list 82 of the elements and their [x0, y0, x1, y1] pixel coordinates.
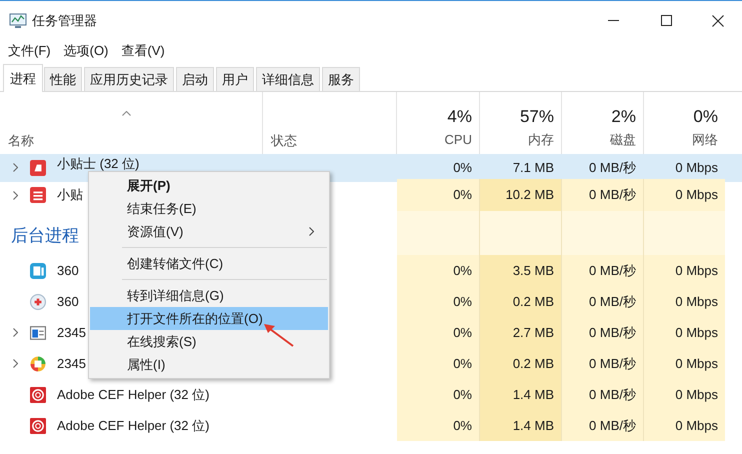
menu-item[interactable]: 选项(O) — [64, 44, 108, 56]
tab[interactable]: 启动 — [176, 67, 214, 91]
process-name[interactable]: Adobe CEF Helper (32 位) — [57, 379, 210, 410]
menu-item[interactable]: 属性(I) — [90, 353, 328, 376]
column-header[interactable]: 名称 — [8, 130, 34, 150]
cross-icon — [30, 294, 46, 310]
table-cell: 0 MB/秒 — [562, 317, 644, 348]
expand-chevron-icon[interactable] — [12, 359, 18, 368]
close-icon — [712, 14, 724, 26]
minimize-icon — [608, 20, 618, 21]
process-name[interactable]: 小贴 — [57, 179, 83, 211]
sort-caret-icon — [122, 111, 131, 116]
table-cell: 0 MB/秒 — [562, 379, 644, 410]
submenu-chevron-icon — [309, 227, 314, 236]
table-cell: 0% — [397, 286, 480, 317]
expand-chevron-icon[interactable] — [12, 190, 18, 200]
table-cell: 10.2 MB — [480, 179, 562, 211]
table-cell: 0 Mbps — [644, 179, 725, 211]
maximize-icon — [660, 15, 672, 26]
table-cell: 0 Mbps — [644, 410, 725, 441]
group-header: 后台进程 — [11, 224, 79, 246]
tab[interactable]: 性能 — [44, 67, 82, 91]
table-cell: 0 Mbps — [644, 286, 725, 317]
table-cell: 0.2 MB — [480, 348, 562, 379]
table-cell: 0 MB/秒 — [562, 410, 644, 441]
process-name[interactable]: 2345 — [57, 317, 86, 348]
table-cell: 1.4 MB — [480, 410, 562, 441]
menu-item[interactable]: 结束任务(E) — [90, 197, 328, 220]
row-header-cell[interactable] — [0, 154, 57, 182]
process-name[interactable]: 360 — [57, 286, 79, 317]
table-cell: 0 MB/秒 — [562, 255, 644, 286]
tab[interactable]: 应用历史记录 — [84, 67, 174, 91]
menu-item[interactable]: 资源值(V) — [90, 220, 328, 243]
tab[interactable]: 进程 — [3, 64, 43, 92]
process-name[interactable]: Adobe CEF Helper (32 位) — [57, 410, 210, 441]
menu-item[interactable]: 创建转储文件(C) — [90, 252, 328, 275]
table-cell: 0 MB/秒 — [562, 286, 644, 317]
table-cell — [725, 154, 742, 182]
menu-item[interactable]: 查看(V) — [121, 44, 165, 56]
column-header[interactable]: 磁盘 — [610, 130, 636, 150]
column-header[interactable]: CPU — [444, 130, 472, 150]
table-cell: 0 Mbps — [644, 255, 725, 286]
table-cell: 0 Mbps — [644, 348, 725, 379]
tab[interactable]: 用户 — [216, 67, 254, 91]
column-header[interactable]: 状态 — [271, 130, 297, 150]
table-cell: 3.5 MB — [480, 255, 562, 286]
expand-chevron-icon[interactable] — [12, 163, 18, 172]
menu-item[interactable]: 转到详细信息(G) — [90, 284, 328, 307]
table-cell: 0% — [397, 379, 480, 410]
monitor-icon — [9, 12, 27, 28]
table-cell: 2.7 MB — [480, 317, 562, 348]
menu-item[interactable]: 在线搜索(S) — [90, 330, 328, 353]
column-header[interactable]: 内存 — [528, 130, 554, 150]
table-cell: 0% — [397, 179, 480, 211]
app-icon — [30, 160, 46, 176]
usage-percent: 57% — [520, 106, 554, 128]
menu-item[interactable]: 打开文件所在的位置(O) — [90, 307, 328, 330]
column-header[interactable]: 网络 — [692, 130, 718, 150]
usage-percent: 0% — [693, 106, 718, 128]
process-name[interactable]: 360 — [57, 255, 79, 286]
tab[interactable]: 详细信息 — [256, 67, 320, 91]
table-cell: 0 MB/秒 — [562, 348, 644, 379]
table-cell: 0% — [397, 317, 480, 348]
tab[interactable]: 服务 — [322, 67, 360, 91]
menu-item[interactable]: 文件(F) — [8, 44, 51, 56]
table-cell: 0 Mbps — [644, 379, 725, 410]
expand-chevron-icon[interactable] — [12, 328, 18, 337]
window-title: 任务管理器 — [32, 12, 97, 30]
table-cell: 0.2 MB — [480, 286, 562, 317]
table-cell: 0% — [397, 255, 480, 286]
table-cell: 0 MB/秒 — [562, 179, 644, 211]
colorful-app-icon — [30, 356, 46, 372]
process-name[interactable]: 2345 — [57, 348, 86, 379]
arrow-annotation — [264, 324, 294, 347]
usage-percent: 4% — [447, 106, 472, 128]
window-icon — [30, 324, 46, 340]
usage-percent: 2% — [611, 106, 636, 128]
table-cell: 0 Mbps — [644, 317, 725, 348]
table-cell: 0% — [397, 348, 480, 379]
table-cell: 1.4 MB — [480, 379, 562, 410]
news-icon — [30, 187, 46, 203]
table-cell: 0% — [397, 410, 480, 441]
